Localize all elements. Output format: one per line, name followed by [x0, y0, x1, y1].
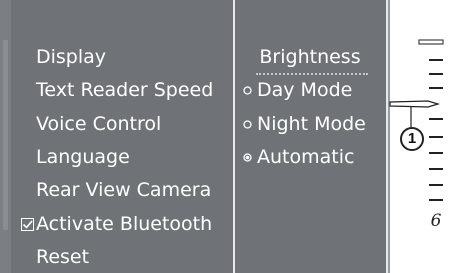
menu-item-label: Rear View Camera	[36, 179, 212, 201]
radio-selected-icon[interactable]	[243, 153, 252, 162]
scale-top-marker	[418, 39, 444, 45]
brightness-scale[interactable]: 1 6	[388, 0, 457, 273]
option-label: Night Mode	[257, 113, 366, 135]
brightness-submenu: Brightness Day Mode Night Mode Automatic	[236, 0, 388, 273]
scale-pointer	[389, 100, 441, 108]
display-screen: Display Text Reader Speed Voice Control …	[0, 0, 388, 273]
brightness-heading: Brightness	[259, 46, 361, 68]
menu-item-label: Reset	[36, 246, 90, 268]
menu-item-label: Language	[36, 146, 130, 168]
checkbox-checked-icon[interactable]	[21, 218, 34, 231]
menu-divider	[233, 0, 235, 273]
scale-tick-label: 6	[430, 211, 442, 231]
menu-item-label: Voice Control	[36, 113, 162, 135]
menu-item-label: Text Reader Speed	[36, 79, 214, 101]
settings-menu: Display Text Reader Speed Voice Control …	[14, 0, 234, 273]
scrollbar-indicator	[3, 40, 8, 230]
option-label: Automatic	[257, 146, 355, 168]
option-label: Day Mode	[257, 79, 353, 101]
menu-item-label: Activate Bluetooth	[36, 213, 213, 235]
callout-marker: 1	[400, 127, 424, 151]
screen-left-edge	[0, 0, 11, 273]
radio-unselected-icon[interactable]	[243, 120, 252, 129]
radio-unselected-icon[interactable]	[243, 86, 252, 95]
menu-item-label: Display	[36, 46, 107, 68]
